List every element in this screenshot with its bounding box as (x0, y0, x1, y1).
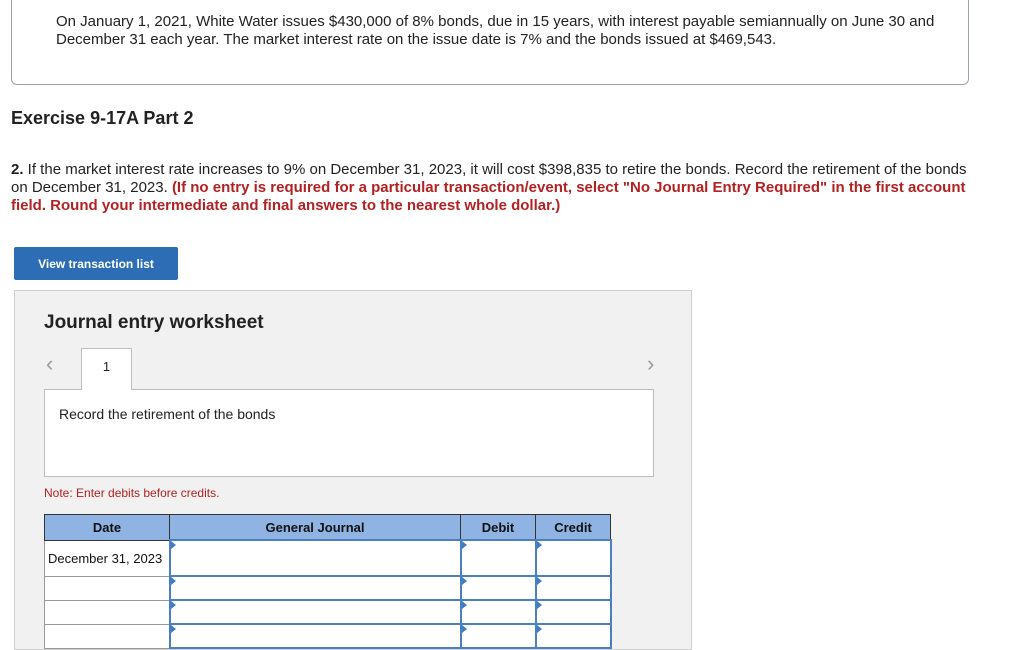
chevron-right-icon[interactable]: › (647, 353, 654, 375)
credit-input[interactable] (534, 539, 612, 577)
question-text: 2. If the market interest rate increases… (11, 161, 986, 215)
view-transaction-list-button[interactable]: View transaction list (14, 247, 178, 280)
account-select[interactable] (168, 575, 462, 601)
input-flag-icon (536, 541, 542, 549)
account-select[interactable] (168, 623, 462, 649)
column-header-credit: Credit (535, 514, 611, 541)
debit-input[interactable] (459, 599, 537, 625)
chevron-left-icon[interactable]: ‹ (46, 353, 53, 375)
problem-statement-box: On January 1, 2021, White Water issues $… (11, 0, 969, 85)
dropdown-flag-icon (170, 625, 176, 633)
table-row (44, 599, 612, 625)
question-number: 2. (11, 161, 24, 178)
dropdown-flag-icon (170, 541, 176, 549)
credit-input[interactable] (534, 575, 612, 601)
input-flag-icon (536, 625, 542, 633)
transaction-description-box: Record the retirement of the bonds (44, 389, 654, 477)
input-flag-icon (461, 625, 467, 633)
date-cell (44, 575, 170, 601)
table-row (44, 623, 612, 649)
dropdown-flag-icon (170, 577, 176, 585)
journal-table: Date General Journal Debit Credit Decemb… (44, 514, 612, 649)
column-header-general-journal: General Journal (169, 514, 461, 541)
debit-input[interactable] (459, 575, 537, 601)
entry-note: Note: Enter debits before credits. (44, 486, 220, 500)
input-flag-icon (461, 577, 467, 585)
dropdown-flag-icon (170, 601, 176, 609)
input-flag-icon (536, 601, 542, 609)
entry-tab-1[interactable]: 1 (81, 348, 132, 390)
debit-input[interactable] (459, 539, 537, 577)
column-header-date: Date (44, 514, 170, 541)
account-select[interactable] (168, 599, 462, 625)
date-cell (44, 623, 170, 649)
table-row (44, 575, 612, 601)
table-row: December 31, 2023 (44, 539, 612, 577)
column-header-debit: Debit (460, 514, 536, 541)
journal-header-row: Date General Journal Debit Credit (44, 514, 611, 541)
journal-entry-worksheet: Journal entry worksheet ‹ 1 › Record the… (14, 290, 692, 650)
input-flag-icon (536, 577, 542, 585)
credit-input[interactable] (534, 599, 612, 625)
account-select[interactable] (168, 539, 462, 577)
problem-text: On January 1, 2021, White Water issues $… (56, 13, 935, 48)
debit-input[interactable] (459, 623, 537, 649)
date-cell (44, 599, 170, 625)
credit-input[interactable] (534, 623, 612, 649)
date-cell: December 31, 2023 (44, 539, 170, 577)
input-flag-icon (461, 601, 467, 609)
worksheet-title: Journal entry worksheet (44, 312, 264, 333)
exercise-title: Exercise 9-17A Part 2 (11, 108, 194, 128)
input-flag-icon (461, 541, 467, 549)
transaction-description: Record the retirement of the bonds (59, 406, 276, 422)
